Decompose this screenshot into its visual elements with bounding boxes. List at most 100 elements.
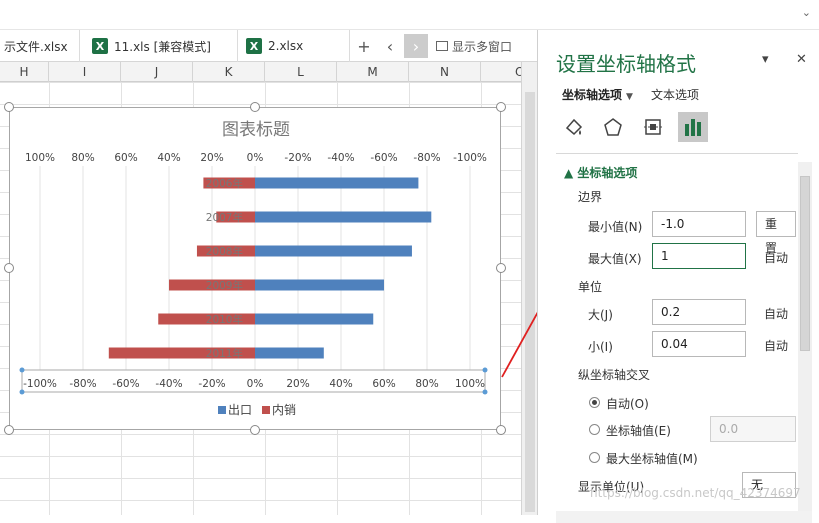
sheet-vertical-scrollbar[interactable] bbox=[521, 62, 537, 515]
resize-handle[interactable] bbox=[4, 425, 14, 435]
pane-vertical-scrollbar[interactable] bbox=[798, 162, 812, 512]
bar-export bbox=[255, 211, 432, 223]
previous-tab-button[interactable]: ‹ bbox=[378, 34, 402, 58]
next-tab-button[interactable]: › bbox=[404, 34, 428, 58]
pane-options-dropdown[interactable]: ▾ bbox=[762, 52, 769, 67]
minor-unit-field[interactable]: 0.04 bbox=[652, 331, 746, 357]
column-header-row: H I J K L M N O bbox=[0, 62, 521, 82]
legend-label: 出口 bbox=[228, 403, 252, 417]
top-axis-tick-label: 0% bbox=[247, 152, 264, 164]
category-label: 2010年 bbox=[206, 313, 243, 326]
radio-axis-value-label[interactable]: 坐标轴值(E) bbox=[606, 422, 671, 439]
category-label: 2008年 bbox=[206, 245, 243, 258]
min-label: 最小值(N) bbox=[588, 220, 643, 234]
bar-export bbox=[255, 347, 324, 359]
excel-icon: X bbox=[246, 38, 262, 54]
minor-auto-button[interactable]: 自动 bbox=[764, 337, 788, 354]
column-header[interactable]: M bbox=[337, 62, 409, 82]
resize-handle[interactable] bbox=[4, 102, 14, 112]
max-label: 最大值(X) bbox=[588, 252, 642, 266]
scrollbar-thumb[interactable] bbox=[800, 176, 810, 351]
column-header[interactable]: L bbox=[265, 62, 337, 82]
size-properties-icon[interactable] bbox=[638, 112, 668, 142]
workbook-tab-bar: 示文件.xlsx X 11.xls [兼容模式] X 2.xlsx + ‹ › … bbox=[0, 30, 537, 62]
axis-value-field[interactable]: 0.0 bbox=[710, 416, 796, 442]
multi-window-label: 显示多窗口 bbox=[452, 39, 513, 54]
bar-chart[interactable]: 图表标题 100% 80% 60% 40% 20% 0% -20% -40% -60% -80% -1… bbox=[10, 108, 502, 431]
resize-handle[interactable] bbox=[496, 102, 506, 112]
category-label: 2007年 bbox=[206, 211, 243, 224]
category-label: 2006年 bbox=[206, 177, 243, 190]
bar-export bbox=[255, 279, 384, 291]
axis-options-icon[interactable] bbox=[678, 112, 708, 142]
subtab-axis-options[interactable]: 坐标轴选项 ▼ bbox=[562, 86, 633, 103]
radio-max-axis-value-label[interactable]: 最大坐标轴值(M) bbox=[606, 450, 698, 467]
chevron-down-icon[interactable]: ⌄ bbox=[802, 6, 811, 19]
top-axis-tick-label: 60% bbox=[114, 152, 137, 164]
minor-unit-label: 小(I) bbox=[588, 340, 613, 354]
resize-handle[interactable] bbox=[4, 263, 14, 273]
major-unit-label: 大(J) bbox=[588, 308, 613, 322]
section-axis-options[interactable]: ▲ 坐标轴选项 bbox=[564, 164, 637, 181]
effects-pentagon-icon[interactable] bbox=[598, 112, 628, 142]
column-header[interactable]: O bbox=[481, 62, 521, 82]
top-axis-tick-label: -60% bbox=[370, 152, 397, 164]
axis-selection-handle bbox=[19, 367, 25, 373]
tab-workbook-3[interactable]: X 2.xlsx bbox=[238, 30, 350, 62]
bar-export bbox=[255, 313, 374, 325]
subtab-text-options[interactable]: 文本选项 bbox=[651, 86, 699, 103]
axis-selection-handle bbox=[19, 389, 25, 395]
legend-label: 内销 bbox=[272, 403, 296, 417]
bottom-axis-tick-label: -20% bbox=[198, 378, 225, 390]
scrollbar-thumb[interactable] bbox=[525, 92, 535, 512]
bottom-axis-tick-label: -60% bbox=[112, 378, 139, 390]
pane-horizontal-scrollbar[interactable] bbox=[556, 511, 812, 523]
top-axis-tick-label: 20% bbox=[200, 152, 223, 164]
column-header[interactable]: I bbox=[49, 62, 121, 82]
radio-axis-value[interactable] bbox=[589, 424, 600, 435]
bottom-axis-tick-label: 0% bbox=[247, 378, 264, 390]
vertical-axis-crosses-heading: 纵坐标轴交叉 bbox=[578, 368, 651, 382]
resize-handle[interactable] bbox=[250, 425, 260, 435]
tab-workbook-2[interactable]: X 11.xls [兼容模式] bbox=[84, 30, 238, 62]
divider bbox=[556, 153, 798, 154]
new-tab-button[interactable]: + bbox=[352, 34, 376, 58]
bottom-axis-tick-label: -100% bbox=[23, 378, 57, 390]
radio-auto-label[interactable]: 自动(O) bbox=[606, 395, 649, 412]
top-axis-tick-label: -20% bbox=[284, 152, 311, 164]
excel-icon: X bbox=[92, 38, 108, 54]
major-unit-field[interactable]: 0.2 bbox=[652, 299, 746, 325]
radio-auto[interactable] bbox=[589, 397, 600, 408]
resize-handle[interactable] bbox=[496, 263, 506, 273]
tab-label: 2.xlsx bbox=[268, 39, 304, 53]
chart-title: 图表标题 bbox=[222, 120, 290, 140]
units-heading: 单位 bbox=[578, 280, 603, 294]
fill-line-icon[interactable] bbox=[558, 112, 588, 142]
bottom-axis-tick-label: -40% bbox=[155, 378, 182, 390]
top-axis-tick-label: 40% bbox=[157, 152, 180, 164]
category-label: 2011年 bbox=[206, 347, 243, 360]
reset-button[interactable]: 重置 bbox=[756, 211, 796, 255]
min-value-field[interactable]: -1.0 bbox=[652, 211, 746, 237]
multi-window-button[interactable]: 显示多窗口 bbox=[436, 30, 512, 62]
close-icon[interactable]: ✕ bbox=[796, 52, 807, 67]
max-auto-button[interactable]: 自动 bbox=[764, 249, 788, 266]
category-label: 2009年 bbox=[206, 279, 243, 292]
max-value-field[interactable]: 1 bbox=[652, 243, 746, 269]
top-axis-tick-label: -40% bbox=[327, 152, 354, 164]
column-header[interactable]: K bbox=[193, 62, 265, 82]
chart-area[interactable]: 图表标题 100% 80% 60% 40% 20% 0% -20% -40% -60% -80% -1… bbox=[9, 107, 501, 430]
column-header[interactable]: N bbox=[409, 62, 481, 82]
top-axis-tick-label: 80% bbox=[71, 152, 94, 164]
format-axis-pane: 设置坐标轴格式 ▾ ✕ 坐标轴选项 ▼ 文本选项 ▲ 坐标轴选项 边界 最小值(N… bbox=[537, 30, 819, 523]
tab-workbook-1[interactable]: 示文件.xlsx bbox=[0, 30, 80, 62]
resize-handle[interactable] bbox=[250, 102, 260, 112]
resize-handle[interactable] bbox=[496, 425, 506, 435]
bar-export bbox=[255, 245, 412, 257]
column-header[interactable]: J bbox=[121, 62, 193, 82]
major-auto-button[interactable]: 自动 bbox=[764, 305, 788, 322]
legend-swatch bbox=[218, 406, 226, 414]
column-header[interactable]: H bbox=[0, 62, 49, 82]
radio-max-axis-value[interactable] bbox=[589, 452, 600, 463]
tab-label: 11.xls [兼容模式] bbox=[114, 39, 211, 54]
